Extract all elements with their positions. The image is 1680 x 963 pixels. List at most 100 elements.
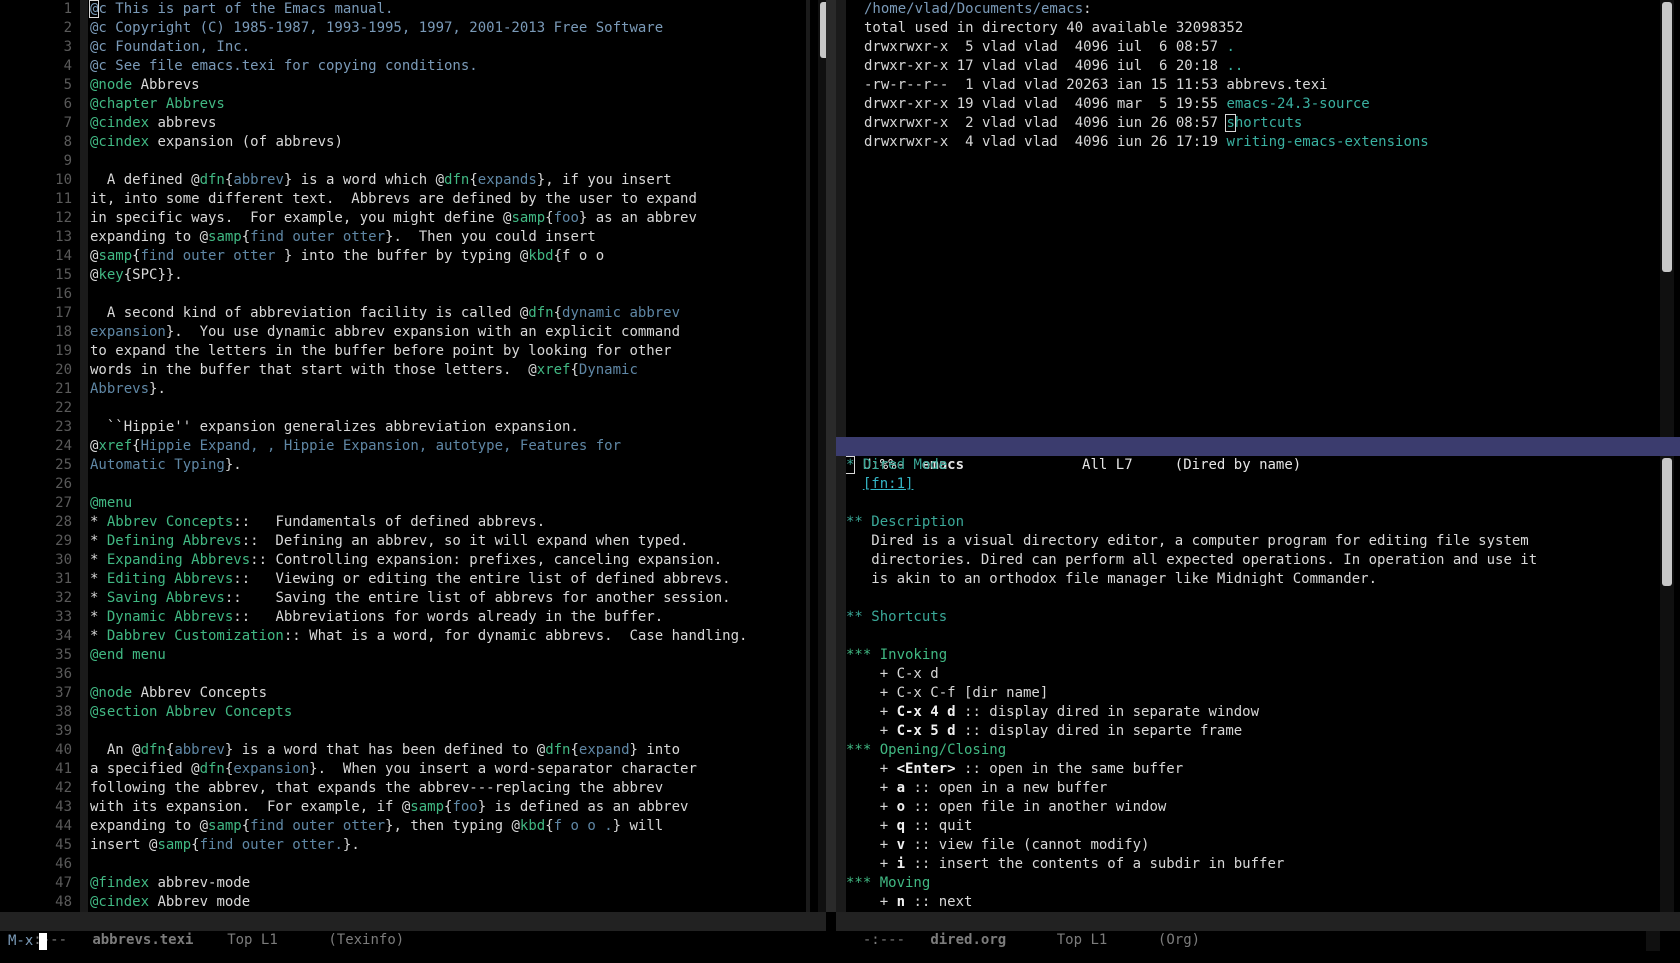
- texinfo-line[interactable]: * Editing Abbrevs:: Viewing or editing t…: [90, 570, 747, 589]
- org-window[interactable]: * Dired Mode [fn:1] ** Description Dired …: [846, 456, 1644, 912]
- org-line[interactable]: * Dired Mode: [846, 456, 1537, 475]
- texinfo-line[interactable]: @cindex Abbrev mode: [90, 893, 747, 912]
- org-scrollbar[interactable]: [1660, 456, 1674, 912]
- texinfo-line[interactable]: @c See file emacs.texi for copying condi…: [90, 57, 747, 76]
- minibuffer[interactable]: M-x: [8, 931, 48, 951]
- texinfo-line[interactable]: * Abbrev Concepts:: Fundamentals of defi…: [90, 513, 747, 532]
- dired-line[interactable]: drwxrwxr-x 2 vlad vlad 4096 iun 26 08:57…: [864, 114, 1429, 133]
- texinfo-line[interactable]: @key{SPC}}.: [90, 266, 747, 285]
- org-scrollbar-thumb[interactable]: [1662, 458, 1672, 586]
- texinfo-line[interactable]: @menu: [90, 494, 747, 513]
- org-buffer-text[interactable]: * Dired Mode [fn:1] ** Description Dired …: [846, 456, 1537, 912]
- texinfo-line[interactable]: A defined @dfn{abbrev} is a word which @…: [90, 171, 747, 190]
- left-editor-window[interactable]: 1 2 3 4 5 6 7 8 9 10 11 12 13 14 15 16 17 18 19 20 21 22 23 24 2…: [0, 0, 826, 912]
- texinfo-line[interactable]: with its expansion. For example, if @sam…: [90, 798, 747, 817]
- org-line[interactable]: *** Moving: [846, 874, 1537, 893]
- org-line[interactable]: Dired is a visual directory editor, a co…: [846, 532, 1537, 551]
- org-line[interactable]: [846, 627, 1537, 646]
- org-line[interactable]: ** Description: [846, 513, 1537, 532]
- texinfo-line[interactable]: @xref{Hippie Expand, , Hippie Expansion,…: [90, 437, 747, 456]
- texinfo-line[interactable]: @node Abbrev Concepts: [90, 684, 747, 703]
- org-line[interactable]: + v :: view file (cannot modify): [846, 836, 1537, 855]
- dired-line[interactable]: total used in directory 40 available 320…: [864, 19, 1429, 38]
- org-line[interactable]: + a :: open in a new buffer: [846, 779, 1537, 798]
- org-line[interactable]: + <Enter> :: open in the same buffer: [846, 760, 1537, 779]
- texinfo-buffer-text[interactable]: @c This is part of the Emacs manual. @c C…: [88, 0, 747, 912]
- texinfo-modeline-mode[interactable]: (Texinfo): [328, 932, 404, 948]
- texinfo-line[interactable]: @c Foundation, Inc.: [90, 38, 747, 57]
- minibuffer-cursor[interactable]: [39, 932, 48, 950]
- texinfo-line[interactable]: * Defining Abbrevs:: Defining an abbrev,…: [90, 532, 747, 551]
- dired-line[interactable]: drwxrwxr-x 5 vlad vlad 4096 iul 6 08:57 …: [864, 38, 1429, 57]
- dired-scrollbar[interactable]: [1660, 0, 1674, 437]
- org-line[interactable]: [fn:1]: [846, 475, 1537, 494]
- org-line[interactable]: + i :: insert the contents of a subdir i…: [846, 855, 1537, 874]
- org-line[interactable]: + o :: open file in another window: [846, 798, 1537, 817]
- texinfo-line[interactable]: expanding to @samp{find outer otter}, th…: [90, 817, 747, 836]
- texinfo-line[interactable]: [90, 722, 747, 741]
- texinfo-line[interactable]: Abbrevs}.: [90, 380, 747, 399]
- texinfo-line[interactable]: @c Copyright (C) 1985-1987, 1993-1995, 1…: [90, 19, 747, 38]
- org-line[interactable]: + C-x 4 d :: display dired in separate w…: [846, 703, 1537, 722]
- org-line[interactable]: + C-x C-f [dir name]: [846, 684, 1537, 703]
- texinfo-line[interactable]: [90, 855, 747, 874]
- texinfo-line[interactable]: insert @samp{find outer otter.}.: [90, 836, 747, 855]
- org-modeline-buffer-name[interactable]: dired.org: [930, 932, 1006, 948]
- texinfo-line[interactable]: expansion}. You use dynamic abbrev expan…: [90, 323, 747, 342]
- texinfo-line[interactable]: @node Abbrevs: [90, 76, 747, 95]
- org-line[interactable]: is akin to an orthodox file manager like…: [846, 570, 1537, 589]
- org-line[interactable]: + n :: next: [846, 893, 1537, 912]
- dired-line[interactable]: drwxr-xr-x 17 vlad vlad 4096 iul 6 20:18…: [864, 57, 1429, 76]
- org-line[interactable]: directories. Dired can perform all expec…: [846, 551, 1537, 570]
- texinfo-line[interactable]: it, into some different text. Abbrevs ar…: [90, 190, 747, 209]
- org-line[interactable]: *** Opening/Closing: [846, 741, 1537, 760]
- dired-line[interactable]: /home/vlad/Documents/emacs:: [864, 0, 1429, 19]
- texinfo-line[interactable]: @c This is part of the Emacs manual.: [88, 0, 747, 19]
- org-line[interactable]: *** Invoking: [846, 646, 1537, 665]
- texinfo-line[interactable]: * Dabbrev Customization:: What is a word…: [90, 627, 747, 646]
- texinfo-line[interactable]: expanding to @samp{find outer otter}. Th…: [90, 228, 747, 247]
- texinfo-line[interactable]: @cindex expansion (of abbrevs): [90, 133, 747, 152]
- texinfo-line[interactable]: following the abbrev, that expands the a…: [90, 779, 747, 798]
- texinfo-line[interactable]: [90, 665, 747, 684]
- org-line[interactable]: + C-x 5 d :: display dired in separte fr…: [846, 722, 1537, 741]
- texinfo-line[interactable]: [90, 152, 747, 171]
- dired-line[interactable]: -rw-r--r-- 1 vlad vlad 20263 ian 15 11:5…: [864, 76, 1429, 95]
- texinfo-modeline-buffer-name[interactable]: abbrevs.texi: [92, 932, 193, 948]
- texinfo-line[interactable]: Automatic Typing}.: [90, 456, 747, 475]
- dired-buffer-text[interactable]: /home/vlad/Documents/emacs: total used in…: [864, 0, 1429, 152]
- texinfo-line[interactable]: [90, 475, 747, 494]
- org-line[interactable]: + q :: quit: [846, 817, 1537, 836]
- org-modeline-mode[interactable]: (Org): [1158, 932, 1200, 948]
- texinfo-line[interactable]: words in the buffer that start with thos…: [90, 361, 747, 380]
- texinfo-line[interactable]: to expand the letters in the buffer befo…: [90, 342, 747, 361]
- dired-line[interactable]: drwxr-xr-x 19 vlad vlad 4096 mar 5 19:55…: [864, 95, 1429, 114]
- texinfo-line[interactable]: * Saving Abbrevs:: Saving the entire lis…: [90, 589, 747, 608]
- texinfo-line[interactable]: * Expanding Abbrevs:: Controlling expans…: [90, 551, 747, 570]
- dired-line[interactable]: drwxrwxr-x 4 vlad vlad 4096 iun 26 17:19…: [864, 133, 1429, 152]
- dired-mode-line[interactable]: U:%%- emacs All L7 (Dired by name): [836, 437, 1680, 473]
- texinfo-line[interactable]: @section Abbrev Concepts: [90, 703, 747, 722]
- dired-window[interactable]: /home/vlad/Documents/emacs: total used in…: [846, 0, 1644, 437]
- texinfo-line[interactable]: @chapter Abbrevs: [90, 95, 747, 114]
- texinfo-line[interactable]: @findex abbrev-mode: [90, 874, 747, 893]
- texinfo-line[interactable]: ``Hippie'' expansion generalizes abbrevi…: [90, 418, 747, 437]
- texinfo-line[interactable]: An @dfn{abbrev} is a word that has been …: [90, 741, 747, 760]
- texinfo-mode-line[interactable]: -:--- abbrevs.texi Top L1 (Texinfo): [0, 912, 826, 948]
- texinfo-line[interactable]: a specified @dfn{expansion}. When you in…: [90, 760, 747, 779]
- org-line[interactable]: ** Shortcuts: [846, 608, 1537, 627]
- texinfo-line[interactable]: [90, 399, 747, 418]
- org-line[interactable]: [846, 589, 1537, 608]
- texinfo-line[interactable]: * Dynamic Abbrevs:: Abbreviations for wo…: [90, 608, 747, 627]
- window-divider[interactable]: [826, 0, 836, 912]
- texinfo-line[interactable]: in specific ways. For example, you might…: [90, 209, 747, 228]
- dired-scrollbar-thumb[interactable]: [1662, 2, 1672, 272]
- texinfo-line[interactable]: [90, 285, 747, 304]
- org-line[interactable]: + C-x d: [846, 665, 1537, 684]
- org-line[interactable]: [846, 494, 1537, 513]
- org-mode-line[interactable]: -:--- dired.org Top L1 (Org): [836, 912, 1680, 948]
- texinfo-line[interactable]: @end menu: [90, 646, 747, 665]
- texinfo-line[interactable]: @samp{find outer otter } into the buffer…: [90, 247, 747, 266]
- texinfo-line[interactable]: A second kind of abbreviation facility i…: [90, 304, 747, 323]
- texinfo-line[interactable]: @cindex abbrevs: [90, 114, 747, 133]
